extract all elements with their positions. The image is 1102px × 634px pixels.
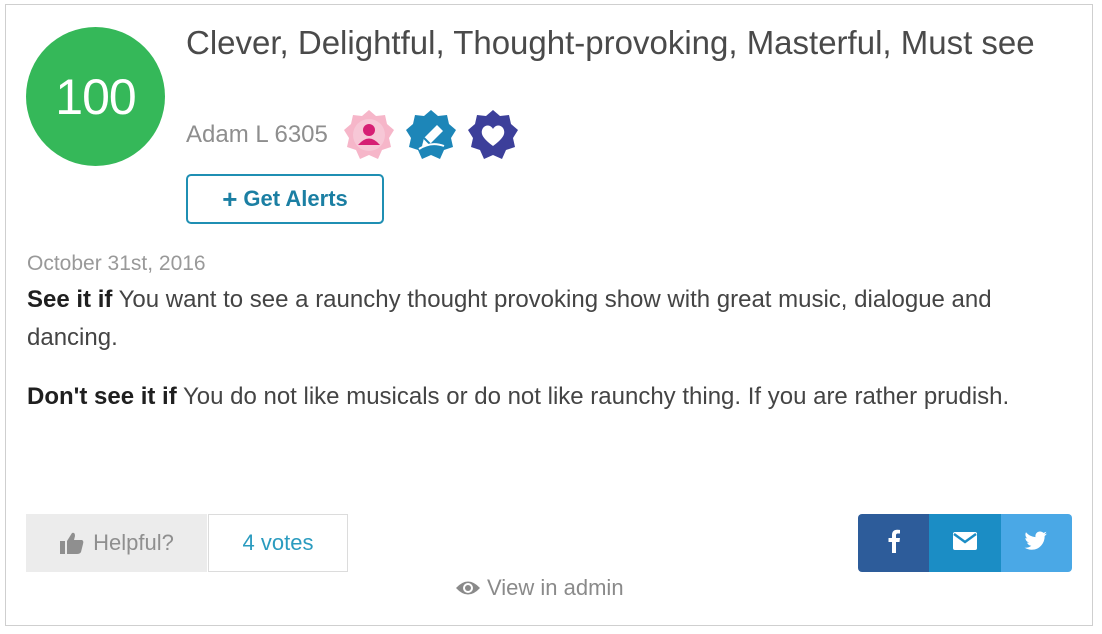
- dont-see-it-if-paragraph: Don't see it if You do not like musicals…: [27, 378, 1067, 416]
- view-in-admin-link[interactable]: View in admin: [455, 572, 624, 604]
- eye-icon: [455, 579, 487, 597]
- view-in-admin-label: View in admin: [487, 575, 624, 600]
- get-alerts-button[interactable]: + Get Alerts: [186, 174, 384, 224]
- review-date: October 31st, 2016: [27, 252, 206, 275]
- see-it-if-text: You want to see a raunchy thought provok…: [27, 286, 992, 351]
- thumbs-up-icon: [59, 531, 85, 555]
- heart-badge-icon: [466, 108, 520, 162]
- helpful-label: Helpful?: [93, 530, 174, 555]
- plus-icon: +: [222, 184, 238, 214]
- reviewer-badge-icon: [342, 108, 396, 162]
- facebook-share-button[interactable]: [858, 514, 930, 572]
- votes-count[interactable]: 4 votes: [208, 514, 348, 572]
- share-buttons: [858, 514, 1072, 572]
- see-it-if-paragraph: See it if You want to see a raunchy thou…: [27, 281, 1067, 357]
- helpful-button[interactable]: Helpful?: [26, 514, 207, 572]
- get-alerts-label: Get Alerts: [243, 186, 348, 211]
- twitter-share-button[interactable]: [1000, 514, 1072, 572]
- score-badge: 100: [26, 27, 165, 166]
- score-value: 100: [55, 68, 136, 125]
- dont-see-it-if-label: Don't see it if: [27, 383, 177, 410]
- dont-see-it-if-text: You do not like musicals or do not like …: [176, 383, 1010, 410]
- email-icon: [952, 531, 978, 556]
- review-headline: Clever, Delightful, Thought-provoking, M…: [186, 24, 1035, 61]
- email-share-button[interactable]: [929, 514, 1001, 572]
- see-it-if-label: See it if: [27, 286, 113, 313]
- facebook-icon: [887, 529, 901, 558]
- twitter-icon: [1024, 531, 1048, 556]
- author-name[interactable]: Adam L 6305: [186, 121, 328, 149]
- critic-pen-badge-icon: [404, 108, 458, 162]
- author-row: Adam L 6305: [186, 108, 528, 162]
